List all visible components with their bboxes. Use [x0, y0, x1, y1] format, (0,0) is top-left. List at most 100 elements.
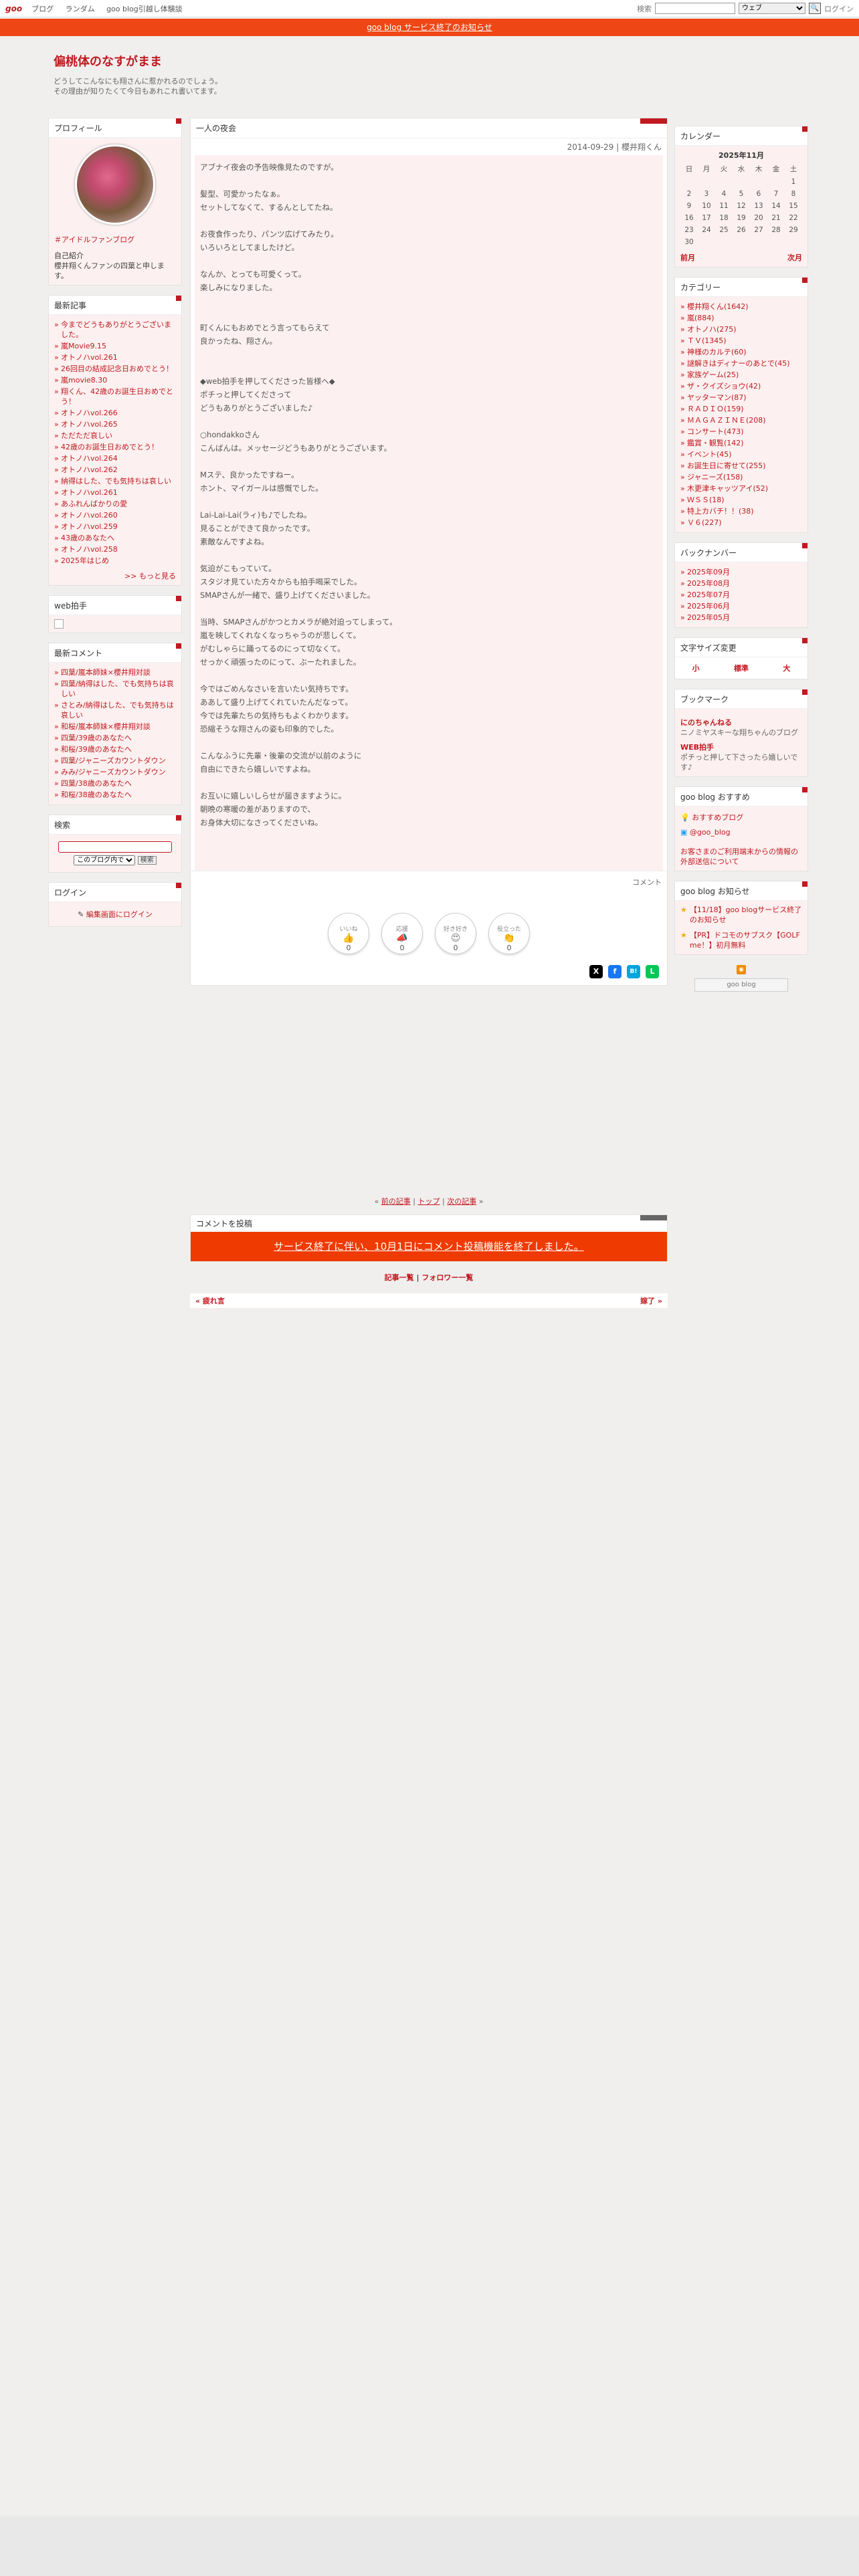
blog-search-button[interactable]: 検索	[137, 856, 157, 865]
reaction-button[interactable]: いいね 👍 0	[328, 913, 369, 954]
reaction-button[interactable]: 好き好き 😍 0	[435, 913, 476, 954]
next-post-link[interactable]: 次の記事	[447, 1197, 476, 1206]
notice-link[interactable]: 【PR】ドコモのサブスク【GOLF me！】初月無料	[690, 930, 802, 950]
prev-post-link[interactable]: 前の記事	[381, 1197, 411, 1206]
hatena-share-icon[interactable]: B!	[627, 965, 640, 978]
recent-item-link[interactable]: 今までどうもありがとうございました。	[61, 320, 171, 339]
login-link[interactable]: ログイン	[824, 3, 854, 14]
backnumber-item-link[interactable]: 2025年07月	[687, 591, 730, 599]
blog-search-input[interactable]	[58, 841, 172, 853]
recent-item-link[interactable]: オトノハvol.261	[61, 353, 118, 362]
goo-blog-badge[interactable]: goo blog	[694, 978, 788, 992]
rss-icon[interactable]: ◉	[737, 965, 746, 974]
category-item-link[interactable]: 家族ゲーム(25)	[687, 370, 739, 379]
category-item-link[interactable]: 櫻井翔くん(1642)	[687, 302, 749, 311]
backnumber-item-link[interactable]: 2025年06月	[687, 602, 730, 611]
nav-blog[interactable]: ブログ	[31, 5, 54, 13]
category-item-link[interactable]: コンサート(473)	[687, 427, 744, 436]
post-title[interactable]: 一人の夜会	[191, 118, 667, 138]
category-item-link[interactable]: お誕生日に寄せて(255)	[687, 461, 766, 470]
recommend-blog-link[interactable]: おすすめブログ	[692, 813, 743, 822]
comment-item-link[interactable]: 四葉/39歳のあなたへ	[61, 734, 132, 742]
comment-item-link[interactable]: 和桜/38歳のあなたへ	[61, 790, 132, 799]
line-share-icon[interactable]: L	[646, 965, 659, 978]
category-item-link[interactable]: 嵐(884)	[687, 314, 714, 322]
blog-title[interactable]: 偏桃体のなすがまま	[54, 52, 656, 70]
bookmark-title[interactable]: にのちゃんねる	[680, 717, 802, 728]
reaction-button[interactable]: 応援 📣 0	[381, 913, 423, 954]
category-item-link[interactable]: ＷＳＳ(18)	[687, 496, 725, 504]
backnumber-item-link[interactable]: 2025年09月	[687, 568, 730, 576]
twitter-link[interactable]: @goo_blog	[690, 828, 731, 837]
category-item-link[interactable]: 特上カバチ！！(38)	[687, 507, 754, 516]
category-item-link[interactable]: 謎解きはディナーのあとで(45)	[687, 359, 789, 368]
article-list-link[interactable]: 記事一覧	[385, 1273, 414, 1282]
recent-item-link[interactable]: オトノハvol.266	[61, 409, 118, 417]
profile-tag[interactable]: ＃アイドルファンブログ	[54, 234, 176, 245]
recent-item-link[interactable]: 嵐Movie9.15	[61, 342, 106, 350]
webclap-image-icon[interactable]	[54, 619, 64, 629]
category-item-link[interactable]: ＲＡＤＩＯ(159)	[687, 405, 744, 413]
edit-login-link[interactable]: 編集画面にログイン	[86, 910, 153, 919]
category-item-link[interactable]: 鑑賞・観覧(142)	[687, 439, 744, 447]
facebook-share-icon[interactable]: f	[608, 965, 622, 978]
more-link[interactable]: >> もっと見る	[54, 570, 176, 581]
goo-logo[interactable]: goo	[5, 4, 22, 13]
top-search-input[interactable]	[655, 3, 735, 14]
category-item-link[interactable]: イベント(45)	[687, 450, 732, 459]
font-large-button[interactable]: 大	[783, 663, 790, 673]
nav-random[interactable]: ランダム	[66, 5, 95, 13]
notice-link[interactable]: 【11/18】goo blogサービス終了のお知らせ	[690, 905, 802, 925]
reaction-button[interactable]: 役立った 👏 0	[488, 913, 530, 954]
comment-item-link[interactable]: 四葉/嵐本師妹×櫻井翔対談	[61, 668, 151, 677]
bottom-next-link[interactable]: 嫁了 »	[640, 1295, 662, 1306]
category-item-link[interactable]: 神様のカルテ(60)	[687, 348, 747, 356]
recent-item-link[interactable]: 2025年はじめ	[61, 556, 109, 565]
x-share-icon[interactable]: X	[589, 965, 603, 978]
search-icon[interactable]: 🔍	[809, 3, 821, 14]
nav-migration[interactable]: goo blog引越し体験談	[106, 5, 183, 13]
search-scope-select[interactable]: ウェブ	[739, 3, 805, 14]
recent-item-link[interactable]: オトノハvol.265	[61, 420, 118, 429]
next-month-link[interactable]: 次月	[787, 252, 802, 263]
bookmark-title[interactable]: WEB拍手	[680, 742, 802, 752]
category-item-link[interactable]: Ｖ６(227)	[687, 518, 722, 527]
comment-link[interactable]: コメント	[191, 871, 667, 893]
recent-item-link[interactable]: オトノハvol.260	[61, 511, 118, 520]
recent-item-link[interactable]: 納得はした、でも気持ちは哀しい	[61, 477, 171, 486]
recent-item-link[interactable]: オトノハvol.261	[61, 488, 118, 497]
recent-item-link[interactable]: 嵐movie8.30	[61, 376, 107, 385]
font-small-button[interactable]: 小	[692, 663, 700, 673]
follower-list-link[interactable]: フォロワー一覧	[421, 1273, 473, 1282]
external-transmission-link[interactable]: お客さまのご利用端末からの情報の外部送信について	[680, 847, 798, 866]
top-link[interactable]: トップ	[418, 1197, 440, 1206]
avatar[interactable]	[75, 144, 155, 225]
category-item-link[interactable]: オトノハ(275)	[687, 325, 737, 334]
category-item-link[interactable]: ＴＶ(1345)	[687, 336, 727, 345]
blog-search-scope[interactable]: このブログ内で	[74, 855, 136, 865]
category-item-link[interactable]: ザ・クイズショウ(42)	[687, 382, 761, 391]
recent-item-link[interactable]: オトノハvol.264	[61, 454, 118, 463]
comment-item-link[interactable]: 四葉/38歳のあなたへ	[61, 779, 132, 788]
recent-item-link[interactable]: オトノハvol.262	[61, 465, 118, 474]
category-item-link[interactable]: ＭＡＧＡＺＩＮＥ(208)	[687, 416, 766, 425]
category-item-link[interactable]: ジャニーズ(158)	[687, 473, 743, 481]
comment-item-link[interactable]: 四葉/納得はした、でも気持ちは哀しい	[61, 679, 174, 698]
recent-item-link[interactable]: 26回目の結成記念日おめでとう！	[61, 364, 173, 373]
recent-item-link[interactable]: あふれんばかりの愛	[61, 500, 127, 508]
comment-item-link[interactable]: 四葉/ジャニーズカウントダウン	[61, 756, 166, 765]
backnumber-item-link[interactable]: 2025年08月	[687, 579, 730, 588]
backnumber-item-link[interactable]: 2025年05月	[687, 613, 730, 622]
comment-item-link[interactable]: さとみ/納得はした、でも気持ちは哀しい	[61, 701, 174, 720]
font-normal-button[interactable]: 標準	[734, 663, 749, 673]
recent-item-link[interactable]: 42歳のお誕生日おめでとう！	[61, 443, 159, 451]
comment-item-link[interactable]: みみ/ジャニーズカウントダウン	[61, 768, 166, 776]
recent-item-link[interactable]: 翔くん、42歳のお誕生日おめでとう！	[61, 387, 173, 406]
category-item-link[interactable]: 木更津キャッツアイ(52)	[687, 484, 768, 493]
category-item-link[interactable]: ヤッターマン(87)	[687, 393, 747, 402]
comment-item-link[interactable]: 和桜/嵐本師妹×櫻井翔対談	[61, 722, 151, 731]
prev-month-link[interactable]: 前月	[680, 252, 695, 263]
recent-item-link[interactable]: ただただ哀しい	[61, 431, 112, 440]
bottom-prev-link[interactable]: « 疲れ言	[195, 1295, 225, 1306]
recent-item-link[interactable]: オトノハvol.259	[61, 522, 118, 531]
